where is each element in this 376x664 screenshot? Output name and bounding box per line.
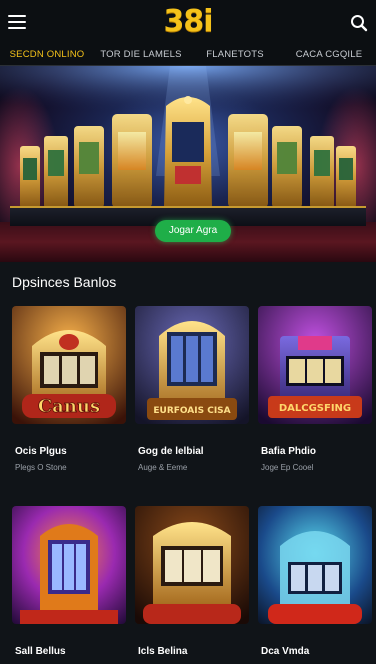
section-title: Dpsinces Banlos <box>12 274 117 290</box>
game-card[interactable]: Dca Vmda <box>258 506 372 664</box>
game-title: Icls Belina <box>138 646 188 657</box>
game-art-text: DALCGSFING <box>279 403 351 414</box>
app-header: 38i <box>0 0 376 46</box>
game-card[interactable]: Sall Bellus <box>12 506 126 664</box>
game-title: Dca Vmda <box>261 646 310 657</box>
tab-caca-cgqile[interactable]: CACA CGQILE <box>282 46 376 65</box>
game-thumbnail[interactable]: EURFOAIS CISA <box>135 306 249 424</box>
game-thumbnail[interactable] <box>12 506 126 624</box>
game-subtitle: Plegs O Stone <box>15 463 67 472</box>
game-card[interactable]: Icls Belina <box>135 506 249 664</box>
game-title: Sall Bellus <box>15 646 66 657</box>
tab-secdn-onlino[interactable]: SECDN ONLINO <box>0 46 94 65</box>
play-now-button[interactable]: Jogar Agra <box>155 220 231 242</box>
game-art-text: EURFOAIS CISA <box>153 406 230 416</box>
game-card[interactable]: DALCGSFING Bafia Phdio Joge Ep Cooel <box>258 306 372 478</box>
game-title: Gog de lelbial <box>138 446 204 457</box>
game-card[interactable]: EURFOAIS CISA Gog de lelbial Auge & Eeme <box>135 306 249 478</box>
game-title: Bafia Phdio <box>261 446 317 457</box>
search-icon[interactable] <box>350 14 368 32</box>
game-card[interactable]: Canus Ocis Plgus Plegs O Stone <box>12 306 126 478</box>
game-thumbnail[interactable] <box>135 506 249 624</box>
site-logo[interactable]: 38i <box>0 4 376 39</box>
game-subtitle: Joge Ep Cooel <box>261 463 314 472</box>
game-thumbnail[interactable]: Canus <box>12 306 126 424</box>
tab-flanetots[interactable]: FLANETOTS <box>188 46 282 65</box>
tab-tor-die-lamels[interactable]: TOR DIE LAMELS <box>94 46 188 65</box>
game-thumbnail[interactable]: DALCGSFING <box>258 306 372 424</box>
game-subtitle: Auge & Eeme <box>138 463 188 472</box>
category-tabs: SECDN ONLINO TOR DIE LAMELS FLANETOTS CA… <box>0 46 376 66</box>
game-title: Ocis Plgus <box>15 446 67 457</box>
game-art-text: Canus <box>38 396 100 417</box>
game-thumbnail[interactable] <box>258 506 372 624</box>
